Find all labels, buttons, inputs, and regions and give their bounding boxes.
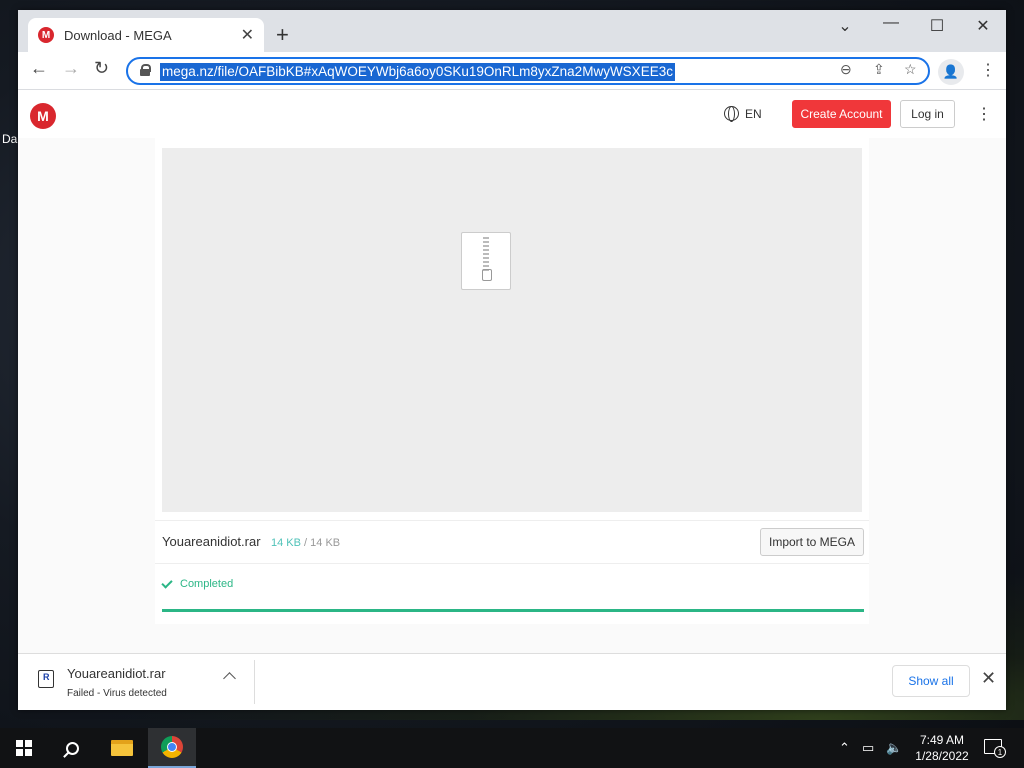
close-tab-icon[interactable]: ✕ bbox=[241, 25, 254, 45]
file-size: 14 KB / 14 KB bbox=[271, 537, 340, 549]
create-account-button[interactable]: Create Account bbox=[792, 100, 891, 128]
browser-menu-icon[interactable]: ⋮ bbox=[980, 60, 996, 80]
minimize-icon[interactable]: — bbox=[868, 14, 914, 32]
tab-search-chevron-icon[interactable]: ⌄ bbox=[822, 16, 868, 36]
clock-time: 7:49 AM bbox=[919, 733, 965, 747]
address-bar[interactable]: mega.nz/file/OAFBibKB#xAqWOEYWbj6a6oy0SK… bbox=[126, 57, 930, 85]
downloaded-size: 14 KB bbox=[271, 537, 301, 549]
progress-fill bbox=[162, 609, 864, 612]
profile-avatar-icon[interactable]: 👤 bbox=[938, 59, 964, 85]
folder-icon bbox=[111, 740, 133, 756]
search-button[interactable] bbox=[48, 728, 96, 768]
globe-icon bbox=[724, 106, 739, 122]
network-icon[interactable]: ▭ bbox=[862, 740, 874, 756]
file-preview-area bbox=[162, 148, 862, 512]
tab-download-mega[interactable]: M Download - MEGA ✕ bbox=[28, 18, 264, 52]
tray-overflow-icon[interactable]: ⌃ bbox=[839, 740, 850, 756]
bookmark-star-icon[interactable]: ☆ bbox=[904, 61, 917, 78]
close-window-icon[interactable]: ✕ bbox=[960, 16, 1006, 36]
login-button[interactable]: Log in bbox=[900, 100, 955, 128]
show-all-button[interactable]: Show all bbox=[892, 665, 970, 697]
lock-icon[interactable] bbox=[140, 64, 151, 76]
tab-strip: M Download - MEGA ✕ + ⌄ — ☐ ✕ bbox=[18, 10, 1006, 52]
start-button[interactable] bbox=[0, 728, 48, 768]
forward-arrow-icon[interactable]: → bbox=[62, 58, 80, 79]
clock-date: 1/28/2022 bbox=[915, 749, 969, 763]
checkmark-icon bbox=[161, 576, 173, 589]
zoom-icon[interactable]: ⊖ bbox=[840, 61, 852, 78]
desktop-icon-label[interactable]: Da bbox=[2, 132, 17, 146]
mega-logo[interactable]: M bbox=[30, 103, 56, 129]
chrome-icon bbox=[161, 736, 183, 758]
reload-icon[interactable]: ↻ bbox=[94, 58, 109, 79]
language-code: EN bbox=[745, 106, 762, 121]
system-clock[interactable]: 7:49 AM 1/28/2022 bbox=[912, 732, 972, 764]
url-text[interactable]: mega.nz/file/OAFBibKB#xAqWOEYWbj6a6oy0SK… bbox=[160, 63, 675, 81]
notification-icon[interactable]: 1 bbox=[984, 739, 1006, 758]
search-icon bbox=[65, 741, 79, 755]
download-status: Completed bbox=[161, 576, 234, 590]
import-to-mega-button[interactable]: Import to MEGA bbox=[760, 528, 864, 556]
windows-logo-icon bbox=[16, 740, 32, 756]
volume-icon[interactable]: 🔈 bbox=[886, 740, 902, 756]
download-item-status: Failed - Virus detected bbox=[67, 688, 167, 699]
status-text: Completed bbox=[180, 578, 234, 590]
file-explorer-button[interactable] bbox=[98, 728, 146, 768]
tab-title: Download - MEGA bbox=[64, 27, 172, 43]
file-info-row: Youareanidiot.rar 14 KB / 14 KB Import t… bbox=[155, 520, 869, 564]
size-separator: / bbox=[304, 537, 308, 549]
progress-bar bbox=[162, 609, 864, 612]
more-menu-icon[interactable]: ⋮ bbox=[976, 104, 992, 124]
maximize-icon[interactable]: ☐ bbox=[914, 16, 960, 36]
chrome-taskbar-button[interactable] bbox=[148, 728, 196, 768]
share-icon[interactable]: ⇪ bbox=[873, 61, 885, 78]
mega-favicon-icon: M bbox=[38, 27, 54, 43]
page-content: M EN Create Account Log in ⋮ Youareanidi… bbox=[18, 90, 1006, 653]
download-shelf: Youareanidiot.rar Failed - Virus detecte… bbox=[18, 653, 1006, 710]
mega-header: M EN Create Account Log in ⋮ bbox=[18, 90, 1006, 138]
notification-count: 1 bbox=[994, 746, 1006, 758]
file-name: Youareanidiot.rar bbox=[162, 534, 261, 549]
archive-file-icon bbox=[461, 232, 511, 290]
back-arrow-icon[interactable]: ← bbox=[30, 58, 48, 79]
taskbar: ⌃ ▭ 🔈 7:49 AM 1/28/2022 1 bbox=[0, 728, 1024, 768]
language-selector[interactable]: EN bbox=[724, 106, 762, 122]
shelf-divider bbox=[254, 660, 255, 704]
rar-file-icon bbox=[38, 670, 54, 688]
close-shelf-icon[interactable]: ✕ bbox=[981, 668, 996, 689]
file-download-card: Youareanidiot.rar 14 KB / 14 KB Import t… bbox=[155, 138, 869, 624]
new-tab-icon[interactable]: + bbox=[276, 22, 289, 48]
download-item-name[interactable]: Youareanidiot.rar bbox=[67, 666, 166, 681]
total-size: 14 KB bbox=[310, 537, 341, 549]
browser-window: M Download - MEGA ✕ + ⌄ — ☐ ✕ ← → ↻ mega… bbox=[18, 10, 1006, 710]
chevron-up-icon[interactable] bbox=[223, 672, 236, 685]
